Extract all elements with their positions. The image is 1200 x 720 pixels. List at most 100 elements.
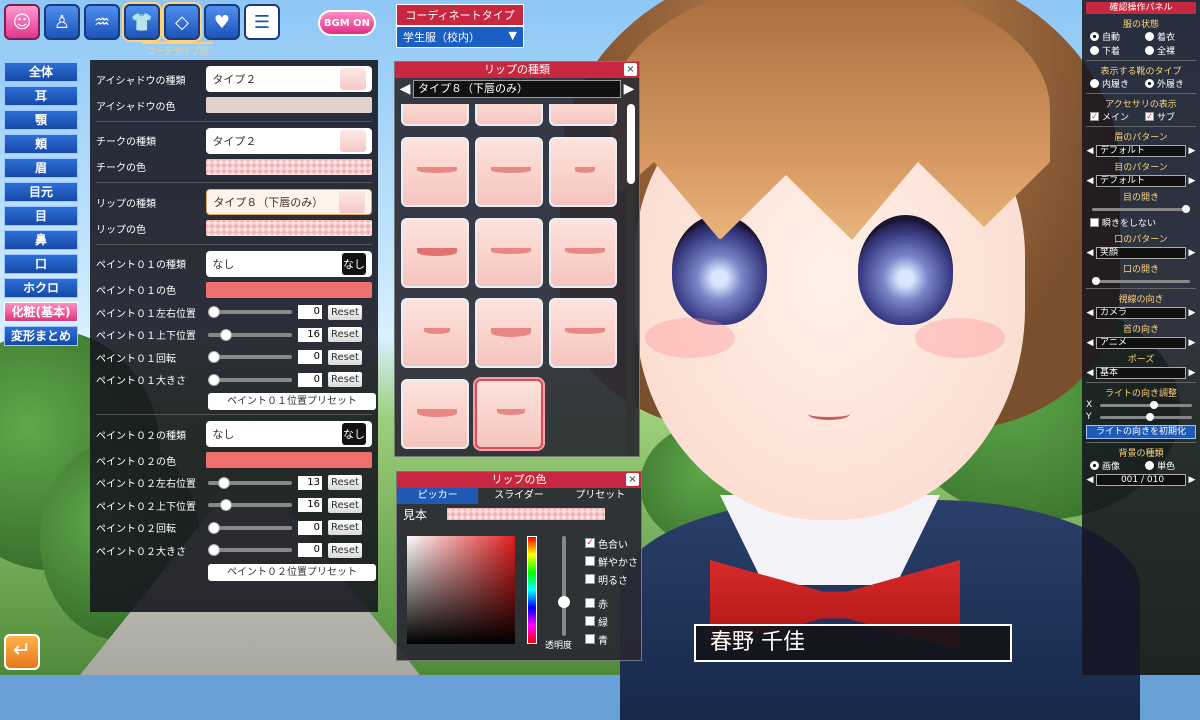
tab-picker[interactable]: ピッカー <box>397 488 479 504</box>
shirt-icon[interactable]: 👕 <box>124 4 160 40</box>
chevron-right-icon[interactable]: ▶ <box>1188 368 1196 378</box>
slider-knob[interactable] <box>220 499 232 512</box>
option-brightness[interactable]: 明るさ <box>585 570 638 588</box>
lip-option[interactable] <box>475 298 543 369</box>
lip-option[interactable] <box>401 298 469 369</box>
slider-value[interactable]: 0 <box>298 543 322 558</box>
checkbox-sub-accessory[interactable]: ✓ サブ <box>1145 110 1196 123</box>
lip-option[interactable] <box>475 104 543 126</box>
radio-underwear[interactable]: 下着 <box>1090 44 1141 57</box>
lip-option[interactable] <box>401 136 469 207</box>
chevron-left-icon[interactable]: ◀ <box>1086 368 1094 378</box>
category-item[interactable]: 目 <box>4 206 78 226</box>
slider-value[interactable]: 13 <box>298 475 322 490</box>
slider-knob[interactable] <box>1092 277 1100 285</box>
lip-option[interactable] <box>401 379 469 450</box>
option-blue[interactable]: 青 <box>585 630 638 648</box>
radio-outdoor-shoes[interactable]: 外履き <box>1145 77 1196 90</box>
slider-knob[interactable] <box>1182 205 1190 213</box>
checkbox[interactable]: ✓ <box>585 538 595 548</box>
slider-knob[interactable] <box>558 596 570 608</box>
paint01-type-select[interactable]: なし なし <box>206 250 372 277</box>
paint01-rotation-slider[interactable] <box>208 351 292 364</box>
radio-bg-image[interactable]: 画像 <box>1090 459 1141 472</box>
slider-knob[interactable] <box>208 521 220 534</box>
chevron-right-icon[interactable]: ▶ <box>1188 146 1196 156</box>
radio-nude[interactable]: 全裸 <box>1145 44 1196 57</box>
slider-knob[interactable] <box>208 351 220 364</box>
chevron-right-icon[interactable]: ▶ <box>1188 475 1196 485</box>
checkbox[interactable] <box>585 574 595 584</box>
light-x-slider[interactable] <box>1100 400 1192 409</box>
radio-dot[interactable] <box>1090 461 1099 470</box>
slider-knob[interactable] <box>1145 412 1154 421</box>
paint02-color-swatch[interactable] <box>206 452 372 469</box>
slider-value[interactable]: 16 <box>298 498 322 513</box>
chevron-left-icon[interactable]: ◀ <box>1086 146 1094 156</box>
eye-open-slider[interactable] <box>1092 205 1190 213</box>
reset-button[interactable]: Reset <box>328 497 362 513</box>
lip-option[interactable] <box>475 136 543 207</box>
slider-knob[interactable] <box>208 306 220 319</box>
paint02-preset-button[interactable]: ペイント０２位置プリセット <box>208 563 376 581</box>
light-reset-button[interactable]: ライトの向きを初期化 <box>1086 425 1196 439</box>
lip-option-selected[interactable] <box>475 379 543 450</box>
category-item[interactable]: 目元 <box>4 182 78 202</box>
reset-button[interactable]: Reset <box>328 542 362 558</box>
hair-icon[interactable]: ♒ <box>84 4 120 40</box>
paint02-vertical-slider[interactable] <box>208 499 292 512</box>
chevron-left-icon[interactable]: ◀ <box>1086 308 1094 318</box>
radio-dot[interactable] <box>1090 46 1099 55</box>
category-item[interactable]: 鼻 <box>4 230 78 250</box>
category-item-active[interactable]: 化粧(基本) <box>4 302 78 322</box>
reset-button[interactable]: Reset <box>328 327 362 343</box>
close-icon[interactable]: × <box>626 473 639 486</box>
reset-button[interactable]: Reset <box>328 304 362 320</box>
radio-dot[interactable] <box>1145 79 1154 88</box>
chevron-right-icon[interactable]: ▶ <box>1188 176 1196 186</box>
diamond-icon[interactable]: ◇ <box>164 4 200 40</box>
checkbox[interactable] <box>585 556 595 566</box>
category-item[interactable]: 全体 <box>4 62 78 82</box>
chevron-left-icon[interactable]: ◀ <box>1086 176 1094 186</box>
paint01-color-swatch[interactable] <box>206 281 372 298</box>
chevron-left-icon[interactable]: ◀ <box>1086 475 1094 485</box>
checkbox[interactable]: ✓ <box>1145 112 1154 121</box>
lip-grid-scrollbar[interactable] <box>627 104 635 454</box>
checkbox[interactable] <box>1090 218 1099 227</box>
slider-value[interactable]: 0 <box>298 305 322 320</box>
lip-option[interactable] <box>401 217 469 288</box>
paint01-preset-button[interactable]: ペイント０１位置プリセット <box>208 393 376 410</box>
eyeshadow-color-swatch[interactable] <box>206 97 372 114</box>
paint01-horizontal-slider[interactable] <box>208 306 292 319</box>
chevron-right-icon[interactable]: ▶ <box>1188 248 1196 258</box>
lip-option[interactable] <box>549 104 617 126</box>
body-icon[interactable]: ♙ <box>44 4 80 40</box>
checkbox[interactable] <box>585 634 595 644</box>
option-hue[interactable]: ✓ 色合い <box>585 534 638 552</box>
chevron-right-icon[interactable]: ▶ <box>1188 338 1196 348</box>
return-arrow-icon[interactable]: ↵ <box>4 634 40 670</box>
paint02-horizontal-slider[interactable] <box>208 476 292 489</box>
reset-button[interactable]: Reset <box>328 372 362 388</box>
close-icon[interactable]: × <box>624 63 637 76</box>
chevron-left-icon[interactable]: ◀ <box>1086 338 1094 348</box>
slider-knob[interactable] <box>1150 400 1159 409</box>
checkbox[interactable]: ✓ <box>1090 112 1099 121</box>
option-green[interactable]: 緑 <box>585 612 638 630</box>
radio-dot[interactable] <box>1090 79 1099 88</box>
category-item[interactable]: 頬 <box>4 134 78 154</box>
eyeshadow-type-select[interactable]: タイプ２ <box>206 66 372 92</box>
chevron-right-icon[interactable]: ▶ <box>1188 308 1196 318</box>
radio-auto[interactable]: 自動 <box>1090 30 1141 43</box>
checkbox-no-blink[interactable]: 瞬きをしない <box>1086 216 1196 229</box>
paint02-type-select[interactable]: なし なし <box>206 421 372 447</box>
category-item[interactable]: 眉 <box>4 158 78 178</box>
lip-option[interactable] <box>549 298 617 369</box>
paint01-size-slider[interactable] <box>208 373 292 386</box>
scrollbar-thumb[interactable] <box>627 104 635 184</box>
lip-color-swatch[interactable] <box>206 220 372 237</box>
checkbox[interactable] <box>585 598 595 608</box>
color-picker-square[interactable] <box>407 536 515 644</box>
reset-button[interactable]: Reset <box>328 349 362 365</box>
